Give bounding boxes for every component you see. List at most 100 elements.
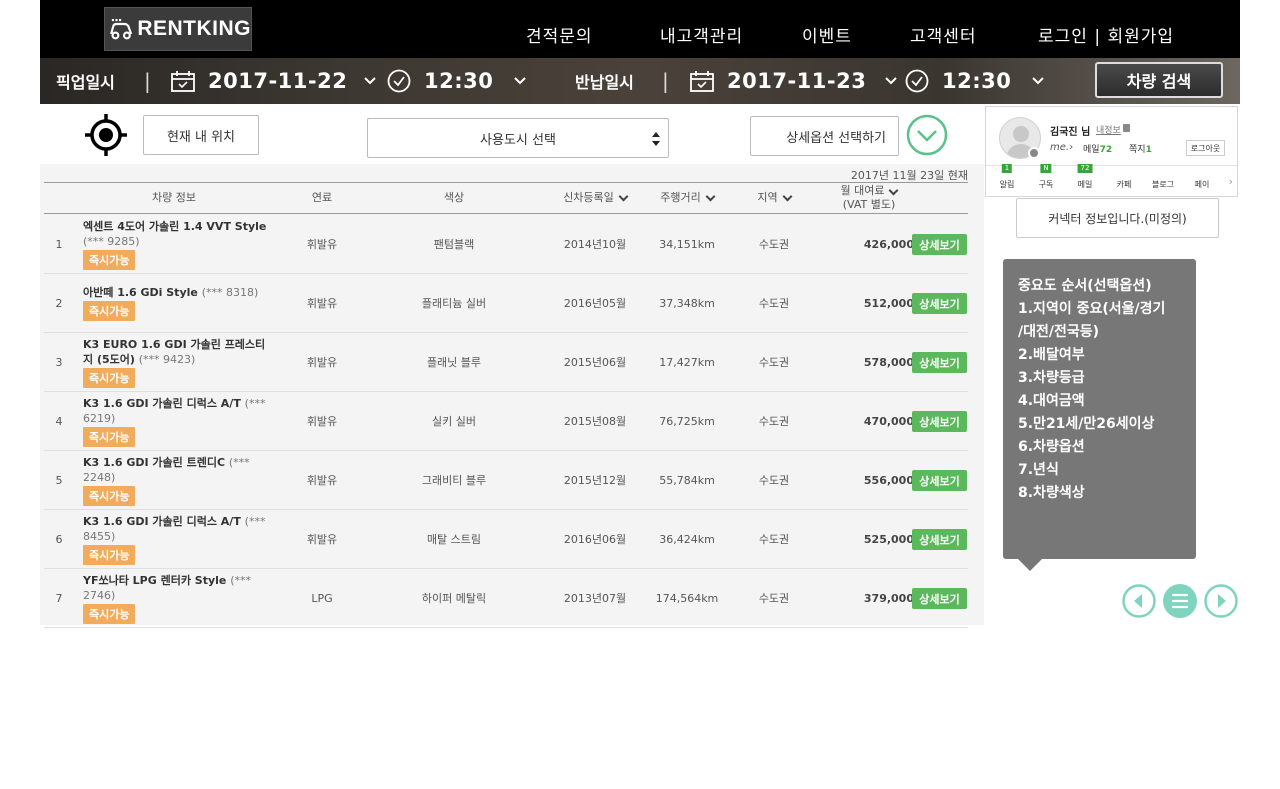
detail-options-button[interactable]: 상세옵션 선택하기 (750, 116, 899, 156)
me-link[interactable]: me.› (1050, 142, 1073, 153)
next-arrow-icon[interactable] (1204, 584, 1238, 618)
naver-tab[interactable]: 블로그 (1144, 166, 1182, 197)
note-link[interactable]: 쪽지1 (1129, 142, 1152, 155)
col-region-label: 지역 (757, 191, 778, 204)
return-time-picker[interactable]: 12:30 (904, 58, 1045, 104)
pickup-time-picker[interactable]: 12:30 (386, 58, 527, 104)
col-region-sort[interactable]: 지역 (734, 183, 814, 213)
naver-tab[interactable]: 1 알림 (988, 164, 1026, 197)
nav-quote-inquiry[interactable]: 견적문의 (526, 22, 593, 47)
naver-tab[interactable]: N 구독 (1027, 164, 1065, 197)
my-info-link[interactable]: 내정보 (1096, 123, 1121, 136)
color-cell: 플래닛 블루 (426, 356, 482, 369)
tooltip-line: 3.차량등급 (1018, 370, 1085, 386)
color-cell: 플래티늄 실버 (421, 297, 487, 310)
fuel-cell: LPG (311, 591, 333, 605)
more-chevron-icon[interactable]: › (1229, 175, 1233, 188)
color-cell: 팬텀블랙 (433, 238, 475, 251)
nav-customer-center[interactable]: 고객센터 (910, 22, 977, 47)
view-detail-button[interactable]: 상세보기 (912, 234, 967, 255)
my-location-button[interactable]: 현재 내 위치 (143, 115, 259, 155)
tooltip-line: 6.차량옵션 (1018, 439, 1085, 455)
pickup-separator: | (144, 58, 151, 104)
vehicle-name[interactable]: K3 1.6 GDI 가솔린 디럭스 A/T (*** 6219) (83, 396, 273, 426)
nav-login-signup[interactable]: 로그인 | 회원가입 (1038, 22, 1174, 47)
fuel-cell: 휘발유 (306, 356, 338, 369)
table-row: 7 YF쏘나타 LPG 렌터카 Style (*** 2746) 즉시가능 LPG 하이… (44, 569, 968, 628)
nav-events[interactable]: 이벤트 (802, 22, 852, 47)
chevron-down-circle-icon[interactable] (906, 114, 948, 156)
naver-tab[interactable]: 카페 (1105, 166, 1143, 197)
monthly-price-cell: 470,000 (863, 414, 914, 428)
note-count: 1 (1145, 145, 1152, 155)
naver-tab[interactable]: 페이 (1183, 166, 1221, 197)
return-time: 12:30 (942, 69, 1012, 93)
vehicle-name[interactable]: K3 EURO 1.6 GDI 가솔린 프레스티지 (5도어) (*** 942… (83, 337, 273, 367)
return-separator: | (662, 58, 669, 104)
col-price-label: 월 대여료 (840, 184, 885, 197)
row-number: 4 (55, 414, 63, 428)
vehicle-model: K3 1.6 GDI 가솔린 디럭스 A/T (83, 396, 241, 410)
vehicle-name[interactable]: K3 1.6 GDI 가솔린 디럭스 A/T (*** 8455) (83, 514, 273, 544)
fuel-cell: 휘발유 (306, 297, 338, 310)
vehicle-name[interactable]: K3 1.6 GDI 가솔린 트렌디C (*** 2248) (83, 455, 273, 485)
available-now-badge: 즉시가능 (83, 249, 136, 270)
region-cell: 수도권 (758, 533, 790, 546)
col-price-sort[interactable]: 월 대여료 (VAT 별도) (814, 183, 924, 213)
city-select[interactable]: 사용도시 선택 (367, 118, 669, 158)
tab-label: 알림 (999, 180, 1015, 189)
pickup-date-picker[interactable]: 2017-11-22 (170, 58, 377, 104)
registered-cell: 2016년05월 (563, 297, 627, 310)
color-cell: 하이퍼 메탈릭 (421, 592, 487, 605)
mail-label: 메일 (1083, 145, 1100, 155)
vehicle-plate: (*** 8318) (201, 286, 259, 299)
return-date: 2017-11-23 (727, 69, 867, 93)
car-search-button[interactable]: 차량 검색 (1095, 62, 1223, 98)
gps-location-icon[interactable] (85, 114, 127, 156)
nav-my-customers[interactable]: 내고객관리 (660, 22, 743, 47)
available-now-badge: 즉시가능 (83, 367, 136, 388)
monthly-price-cell: 556,000 (863, 473, 914, 487)
mail-link[interactable]: 메일72 (1083, 142, 1112, 155)
vehicle-model: K3 1.6 GDI 가솔린 트렌디C (83, 455, 226, 469)
prev-arrow-icon[interactable] (1122, 584, 1156, 618)
separator: | (662, 69, 669, 93)
fuel-cell: 휘발유 (306, 415, 338, 428)
menu-icon[interactable] (1163, 584, 1197, 618)
calendar-icon (171, 71, 195, 92)
vehicle-plate: (*** 9285) (83, 234, 140, 248)
col-mileage-label: 주행거리 (660, 191, 701, 204)
connector-info-box[interactable]: 커넥터 정보입니다.(미정의) (1016, 198, 1219, 238)
vehicle-model: K3 1.6 GDI 가솔린 디럭스 A/T (83, 514, 241, 528)
region-cell: 수도권 (758, 238, 790, 251)
top-header: RENTKING 견적문의 내고객관리 이벤트 고객센터 로그인 | 회원가입 (40, 0, 1240, 58)
user-name: 김국진 님 (1050, 127, 1091, 138)
vehicle-name[interactable]: 아반떼 1.6 GDi Style (*** 8318) (83, 285, 258, 300)
view-detail-button[interactable]: 상세보기 (912, 529, 967, 550)
gear-icon[interactable] (1028, 147, 1040, 159)
col-fuel: 연료 (311, 191, 333, 204)
naver-login-widget: 김국진 님 내정보 me.› 메일72 쪽지1 로그아웃 1 알림 N 구독 72 메일 카… (985, 106, 1238, 197)
view-detail-button[interactable]: 상세보기 (912, 293, 967, 314)
region-cell: 수도권 (758, 297, 790, 310)
vehicle-name[interactable]: 엑센트 4도어 가솔린 1.4 VVT Style (*** 9285) (83, 219, 273, 249)
table-row: 6 K3 1.6 GDI 가솔린 디럭스 A/T (*** 8455) 즉시가능 휘발… (44, 510, 968, 569)
tab-count-badge: N (1040, 164, 1052, 173)
return-date-picker[interactable]: 2017-11-23 (689, 58, 898, 104)
view-detail-button[interactable]: 상세보기 (912, 411, 967, 432)
pickup-label-group: 픽업일시 (56, 58, 115, 104)
monthly-price-cell: 426,000 (863, 237, 914, 251)
vehicle-name[interactable]: YF쏘나타 LPG 렌터카 Style (*** 2746) (83, 573, 273, 603)
view-detail-button[interactable]: 상세보기 (912, 588, 967, 609)
registered-cell: 2015년12월 (563, 474, 627, 487)
monthly-price-cell: 512,000 (863, 296, 914, 310)
logout-button[interactable]: 로그아웃 (1186, 140, 1225, 156)
fuel-cell: 휘발유 (306, 474, 338, 487)
col-registered-sort[interactable]: 신차등록일 (540, 183, 650, 213)
col-vehicle-info: 차량 정보 (152, 191, 196, 204)
view-detail-button[interactable]: 상세보기 (912, 470, 967, 491)
vehicle-info-cell: 아반떼 1.6 GDi Style (*** 8318) 즉시가능 (83, 274, 273, 332)
view-detail-button[interactable]: 상세보기 (912, 352, 967, 373)
naver-tab[interactable]: 72 메일 (1066, 164, 1104, 197)
col-mileage-sort[interactable]: 주행거리 (644, 183, 730, 213)
